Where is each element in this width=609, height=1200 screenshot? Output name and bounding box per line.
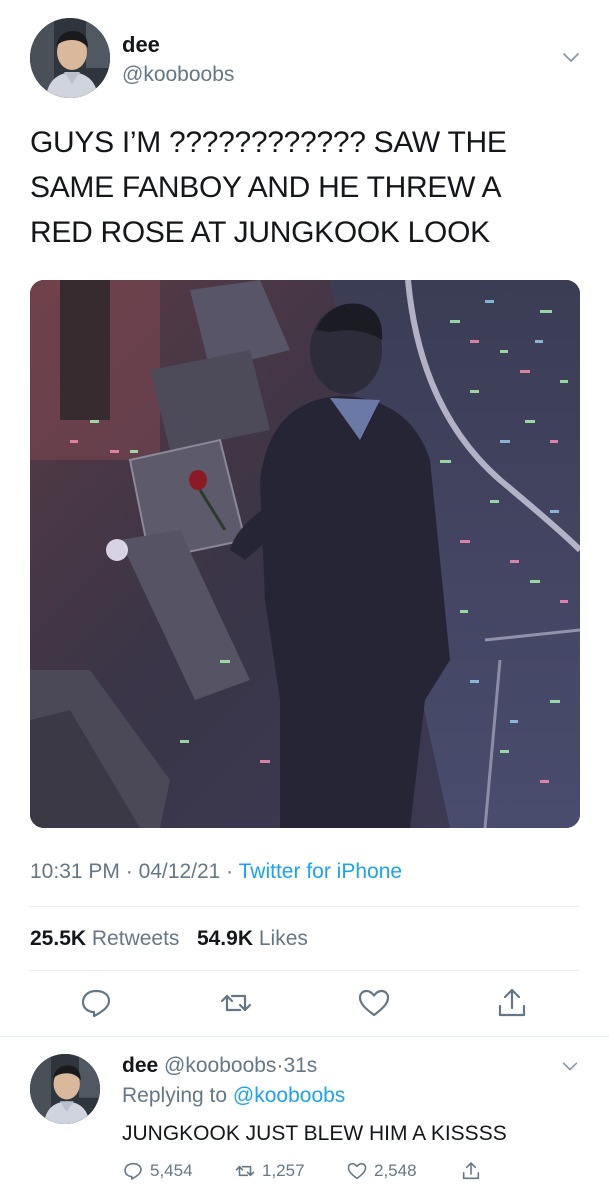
- tweet-timestamp: 10:31 PM · 04/12/21 · Twitter for iPhone: [30, 860, 402, 884]
- replying-to: Replying to @kooboobs: [122, 1084, 345, 1108]
- retweet-icon: [235, 1165, 255, 1177]
- tweet-text: GUYS I’M ???????????? SAW THE SAME FANBO…: [30, 120, 580, 255]
- reply-text: JUNGKOOK JUST BLEW HIM A KISSSS: [122, 1122, 507, 1145]
- reply-reply-action[interactable]: 5,454: [122, 1160, 193, 1182]
- reply-time[interactable]: 31s: [283, 1054, 317, 1077]
- divider: [30, 970, 579, 971]
- avatar[interactable]: [30, 1054, 100, 1124]
- concert-photo: [30, 280, 580, 828]
- retweets-count: 25.5K: [30, 927, 87, 950]
- tweet-photo[interactable]: [30, 280, 580, 828]
- share-icon[interactable]: [494, 985, 530, 1021]
- like-icon: [347, 1162, 367, 1180]
- tweet-text-line: SAME FANBOY AND HE THREW A: [30, 171, 502, 204]
- like-count: 2,548: [374, 1161, 417, 1180]
- likes-stat[interactable]: 54.9K Likes: [197, 927, 308, 950]
- avatar-photo: [30, 18, 110, 98]
- reply-count: 5,454: [150, 1161, 193, 1180]
- author-handle[interactable]: @kooboobs: [122, 63, 234, 87]
- replying-to-label: Replying to: [122, 1084, 228, 1107]
- reply-handle[interactable]: @kooboobs: [164, 1054, 276, 1077]
- avatar-photo: [30, 1054, 100, 1124]
- reply-tweet[interactable]: dee @kooboobs·31s Replying to @kooboobs …: [30, 1050, 590, 1200]
- tweet-header: dee @kooboobs: [30, 18, 590, 100]
- reply-display-name[interactable]: dee: [122, 1054, 158, 1077]
- reply-icon[interactable]: [78, 985, 114, 1021]
- divider: [0, 1036, 609, 1037]
- tweet-time[interactable]: 10:31 PM: [30, 860, 120, 883]
- reply-share-action[interactable]: [460, 1160, 482, 1182]
- separator: ·: [125, 860, 133, 883]
- retweets-label: Retweets: [91, 927, 180, 950]
- tweet-date[interactable]: 04/12/21: [139, 860, 221, 883]
- share-icon: [462, 1162, 480, 1180]
- retweet-icon[interactable]: [218, 985, 254, 1021]
- likes-label: Likes: [258, 927, 308, 950]
- reply-retweet-action[interactable]: 1,257: [234, 1160, 305, 1182]
- separator: ·: [226, 860, 234, 883]
- author-display-name[interactable]: dee: [122, 32, 160, 58]
- reply-like-action[interactable]: 2,548: [346, 1160, 417, 1182]
- tweet-text-line: RED ROSE AT JUNGKOOK LOOK: [30, 216, 490, 249]
- tweet-source-link[interactable]: Twitter for iPhone: [239, 860, 402, 883]
- tweet-action-bar: [30, 985, 580, 1025]
- chevron-down-icon[interactable]: [560, 46, 582, 68]
- likes-count: 54.9K: [196, 927, 253, 950]
- reply-icon: [124, 1162, 142, 1180]
- replying-to-handle[interactable]: @kooboobs: [233, 1084, 345, 1107]
- reply-action-bar: 5,454 1,257 2,548: [122, 1160, 572, 1190]
- tweet-stats: 25.5K Retweets 54.9K Likes: [30, 927, 308, 951]
- like-icon[interactable]: [356, 985, 392, 1021]
- divider: [30, 906, 579, 907]
- avatar[interactable]: [30, 18, 110, 98]
- tweet-text-line: GUYS I’M ???????????? SAW THE: [30, 126, 507, 159]
- retweet-count: 1,257: [262, 1161, 305, 1180]
- chevron-down-icon[interactable]: [560, 1056, 580, 1076]
- retweets-stat[interactable]: 25.5K Retweets: [30, 927, 185, 950]
- reply-header: dee @kooboobs·31s: [122, 1054, 317, 1078]
